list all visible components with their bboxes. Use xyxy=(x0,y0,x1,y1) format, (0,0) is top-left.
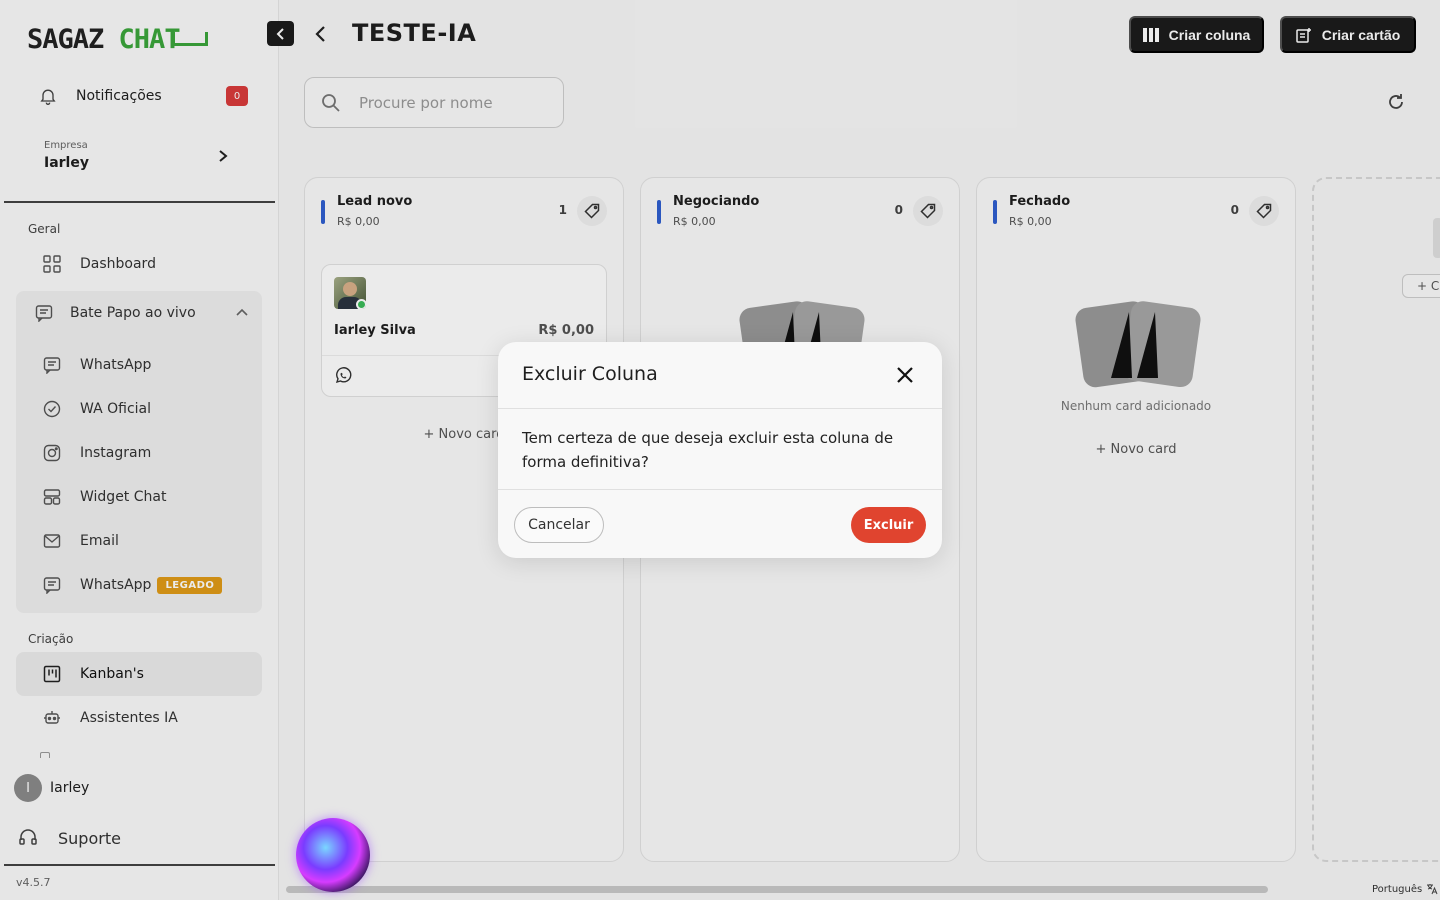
close-icon[interactable] xyxy=(896,366,914,384)
delete-column-dialog: Excluir Coluna Tem certeza de que deseja… xyxy=(498,342,942,558)
dialog-footer: Cancelar Excluir xyxy=(498,489,942,558)
dialog-header: Excluir Coluna xyxy=(498,342,942,409)
cancel-button[interactable]: Cancelar xyxy=(514,507,604,543)
ai-assistant-orb[interactable] xyxy=(296,818,370,892)
dialog-message: Tem certeza de que deseja excluir esta c… xyxy=(522,429,894,471)
dialog-title: Excluir Coluna xyxy=(522,363,658,385)
delete-button[interactable]: Excluir xyxy=(851,507,926,543)
